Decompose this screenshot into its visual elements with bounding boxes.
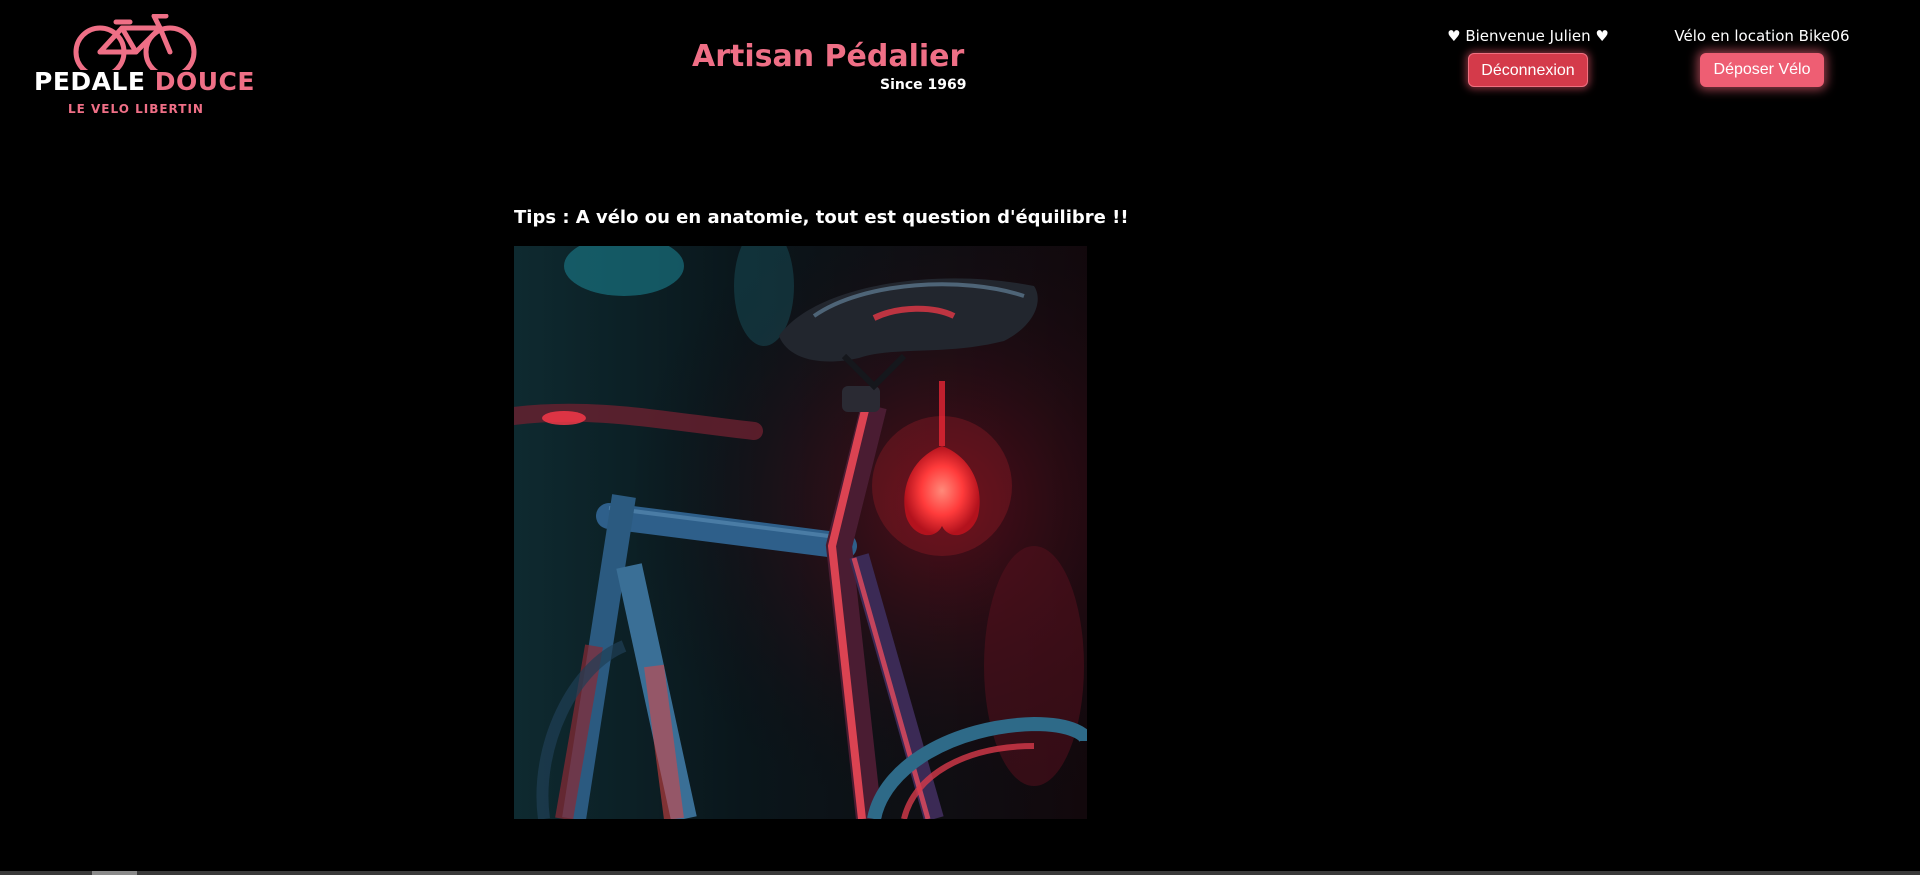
bike-photo bbox=[514, 246, 1087, 819]
page-title: Artisan Pédalier bbox=[692, 39, 965, 74]
bicycle-icon bbox=[73, 14, 197, 70]
tip-text: Tips : A vélo ou en anatomie, tout est q… bbox=[514, 207, 1129, 228]
logo-wordmark: PEDALE DOUCE bbox=[34, 69, 255, 94]
horizontal-scrollbar[interactable] bbox=[0, 871, 1920, 875]
logout-button[interactable]: Déconnexion bbox=[1468, 53, 1588, 87]
welcome-message: ♥ Bienvenue Julien ♥ bbox=[1447, 27, 1609, 45]
site-logo[interactable]: PEDALE DOUCE LE VELO LIBERTIN bbox=[32, 14, 254, 122]
logo-tagline: LE VELO LIBERTIN bbox=[68, 102, 204, 116]
logo-word-1: PEDALE bbox=[34, 67, 146, 96]
rental-block: Vélo en location Bike06 Déposer Vélo bbox=[1652, 27, 1872, 87]
scrollbar-thumb[interactable] bbox=[92, 871, 137, 875]
bike-photo-illustration bbox=[514, 246, 1087, 819]
rental-status: Vélo en location Bike06 bbox=[1674, 27, 1850, 45]
page: PEDALE DOUCE LE VELO LIBERTIN Artisan Pé… bbox=[0, 0, 1920, 875]
welcome-block: ♥ Bienvenue Julien ♥ Déconnexion bbox=[1418, 27, 1638, 87]
heart-light-icon bbox=[872, 416, 1012, 556]
logo-word-2: DOUCE bbox=[154, 67, 255, 96]
deposit-bike-button[interactable]: Déposer Vélo bbox=[1699, 53, 1825, 87]
page-subtitle: Since 1969 bbox=[880, 77, 967, 93]
